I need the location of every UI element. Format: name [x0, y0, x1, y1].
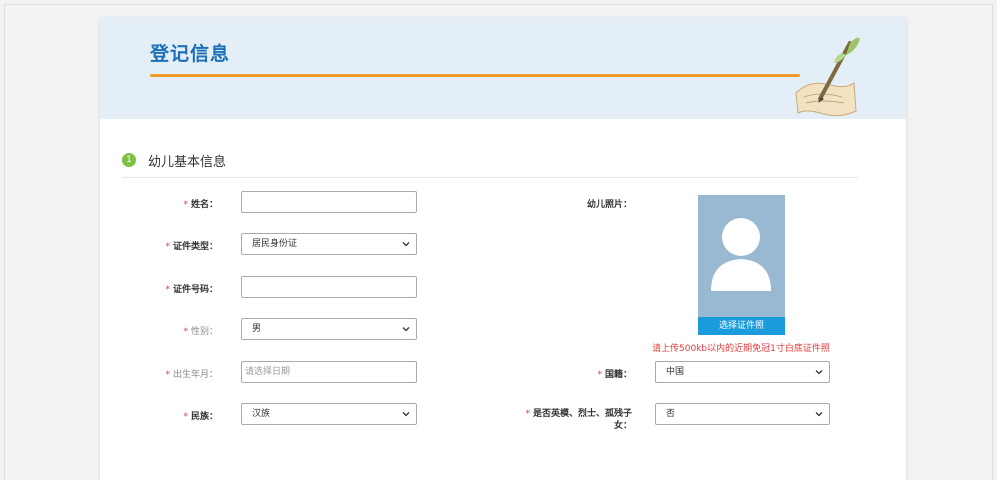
registration-card: 登记信息 1 幼儿基本信息 * 姓名： * 证件类型： 居民身份证 * 证件号码： *…: [100, 17, 906, 480]
section-title: 幼儿基本信息: [148, 155, 227, 170]
quill-paper-icon: [795, 37, 860, 117]
gender-label: * 性别：: [183, 327, 218, 337]
gender-value: 男: [252, 324, 262, 334]
required-mark: *: [183, 327, 188, 337]
title-underline: [150, 74, 800, 77]
photo-hint: 请上传500kb以内的近期免冠1寸白底证件照: [652, 344, 830, 354]
nationality-label: * 国籍：: [597, 370, 632, 380]
required-mark: *: [597, 370, 602, 380]
avatar-placeholder-icon: [711, 218, 771, 291]
photo-label: 幼儿照片：: [586, 200, 632, 210]
step-badge: 1: [122, 153, 136, 167]
chevron-down-icon: [815, 412, 823, 417]
birth-placeholder: 请选择日期: [245, 367, 291, 377]
id-number-label: * 证件号码：: [165, 285, 218, 295]
name-label: * 姓名：: [183, 200, 218, 210]
ethnicity-value: 汉族: [252, 409, 271, 419]
id-type-label: * 证件类型：: [165, 242, 218, 252]
required-mark: *: [165, 370, 170, 380]
chevron-down-icon: [402, 242, 410, 247]
nationality-select[interactable]: 中国: [655, 361, 830, 383]
chevron-down-icon: [815, 370, 823, 375]
choose-photo-button[interactable]: 选择证件照: [698, 317, 785, 335]
id-number-input[interactable]: [241, 276, 417, 298]
birth-date-input[interactable]: 请选择日期: [241, 361, 417, 383]
gender-select[interactable]: 男: [241, 318, 417, 340]
required-mark: *: [165, 242, 170, 252]
required-mark: *: [525, 409, 530, 419]
photo-upload-area[interactable]: 选择证件照: [698, 195, 785, 335]
page-title: 登记信息: [150, 43, 231, 65]
card-header: 登记信息: [100, 17, 906, 119]
hero-orphan-select[interactable]: 否: [655, 403, 830, 425]
chevron-down-icon: [402, 327, 410, 332]
ethnicity-select[interactable]: 汉族: [241, 403, 417, 425]
name-input[interactable]: [241, 191, 417, 213]
hero-orphan-label: * 是否英模、烈士、孤残子 女：: [525, 409, 632, 431]
chevron-down-icon: [402, 412, 410, 417]
nationality-value: 中国: [666, 367, 685, 377]
ethnicity-label: * 民族：: [183, 412, 218, 422]
id-type-select[interactable]: 居民身份证: [241, 233, 417, 255]
hero-orphan-value: 否: [666, 409, 676, 419]
required-mark: *: [183, 412, 188, 422]
section-header: 1 幼儿基本信息: [122, 150, 858, 178]
required-mark: *: [165, 285, 170, 295]
birth-label: * 出生年月：: [165, 370, 218, 380]
id-type-value: 居民身份证: [252, 239, 298, 249]
required-mark: *: [183, 200, 188, 210]
